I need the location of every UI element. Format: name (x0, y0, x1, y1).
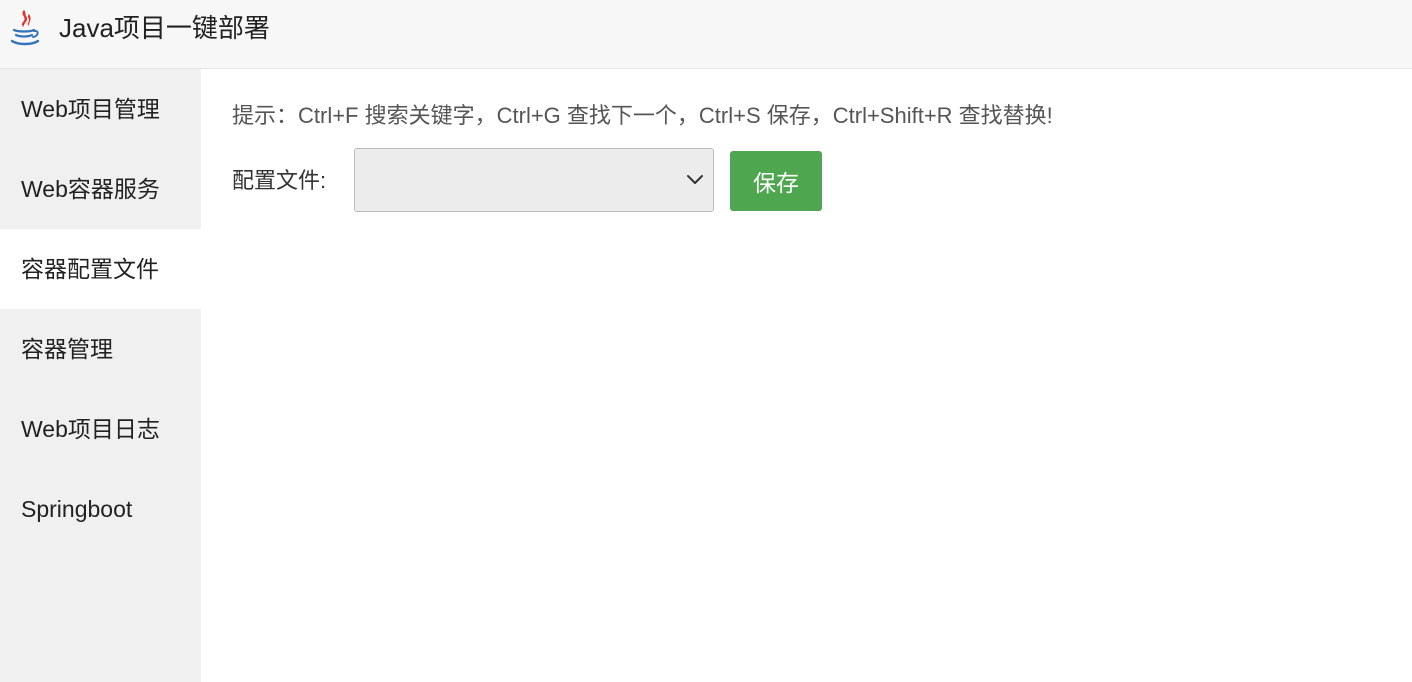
java-coffee-cup-icon (10, 10, 40, 46)
save-button[interactable]: 保存 (730, 151, 822, 211)
sidebar-item-web-project-log[interactable]: Web项目日志 (0, 389, 201, 469)
sidebar-nav: Web项目管理 Web容器服务 容器配置文件 容器管理 Web项目日志 Spri… (0, 69, 201, 682)
app-header: Java项目一键部署 (0, 0, 1412, 69)
chevron-down-icon (687, 175, 703, 184)
app-title: Java项目一键部署 (59, 13, 270, 43)
sidebar-item-container-config-file[interactable]: 容器配置文件 (0, 229, 201, 309)
shortcut-hint: 提示：Ctrl+F 搜索关键字，Ctrl+G 查找下一个，Ctrl+S 保存，C… (232, 103, 1053, 128)
config-file-select[interactable] (354, 148, 714, 212)
config-file-label: 配置文件: (232, 168, 327, 193)
sidebar-item-container-management[interactable]: 容器管理 (0, 309, 201, 389)
main-content: 提示：Ctrl+F 搜索关键字，Ctrl+G 查找下一个，Ctrl+S 保存，C… (201, 69, 1412, 682)
sidebar-item-web-project-management[interactable]: Web项目管理 (0, 69, 201, 149)
sidebar-item-web-container-service[interactable]: Web容器服务 (0, 149, 201, 229)
sidebar-item-springboot[interactable]: Springboot (0, 469, 201, 549)
